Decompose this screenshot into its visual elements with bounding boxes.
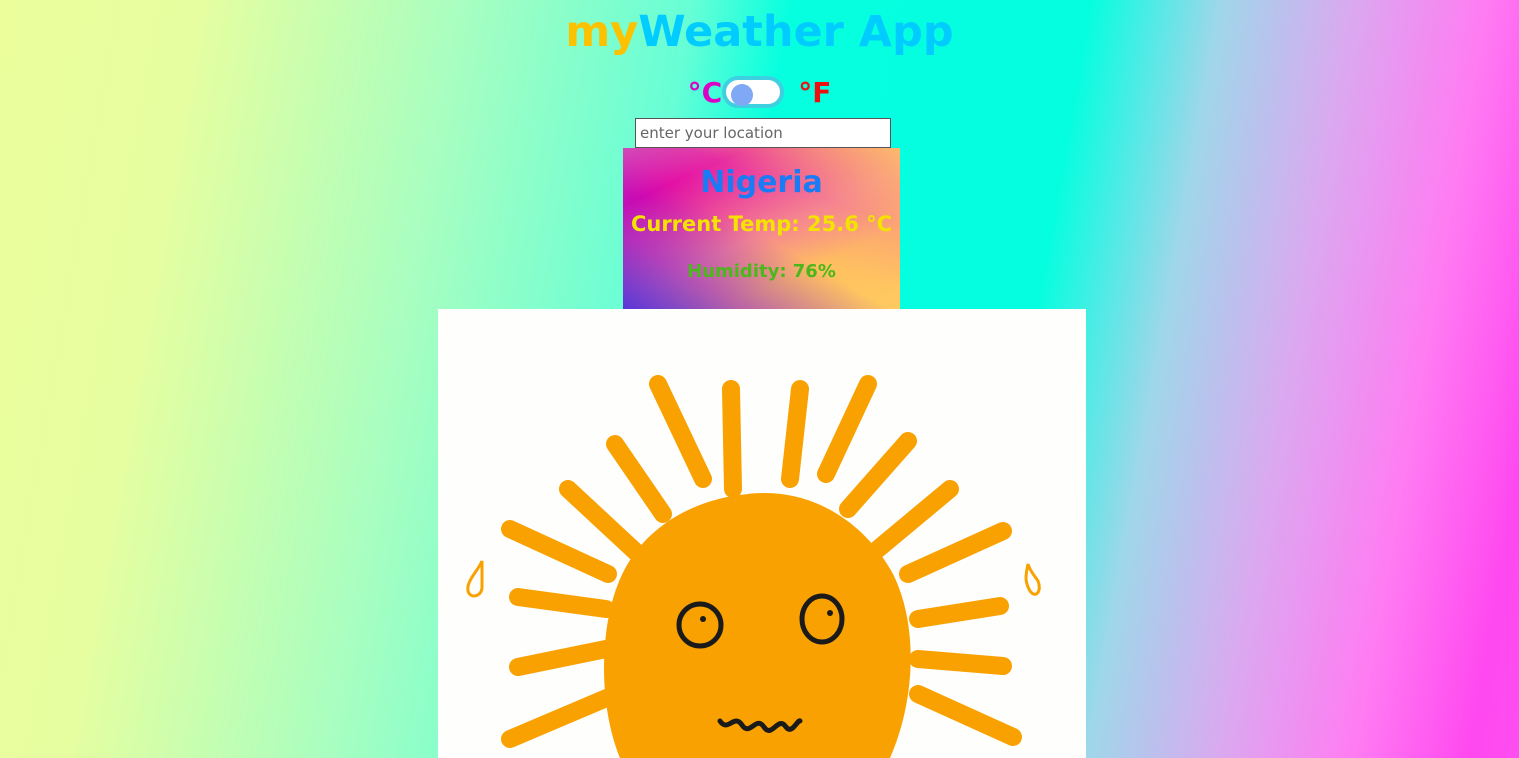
fahrenheit-label[interactable]: °F <box>798 76 831 109</box>
app-title-prefix: my <box>565 7 639 57</box>
weather-card-content: Nigeria Current Temp: 25.6 °C Humidity: … <box>623 148 900 284</box>
sweating-sun-icon <box>466 375 1041 758</box>
location-search-input[interactable] <box>635 118 891 148</box>
app-title-rest: Weather App <box>638 7 954 57</box>
location-name: Nigeria <box>700 165 823 200</box>
humidity: Humidity: 76% <box>687 261 836 282</box>
toggle-knob[interactable] <box>731 84 754 106</box>
celsius-label[interactable]: °C <box>688 76 723 109</box>
unit-toggle-row: °C °F <box>0 72 1519 112</box>
weather-card: Nigeria Current Temp: 25.6 °C Humidity: … <box>623 148 900 309</box>
weather-illustration <box>438 309 1086 758</box>
current-temperature: Current Temp: 25.6 °C <box>630 212 893 236</box>
app-title: myWeather App <box>0 6 1519 58</box>
unit-toggle-switch[interactable] <box>722 76 785 108</box>
